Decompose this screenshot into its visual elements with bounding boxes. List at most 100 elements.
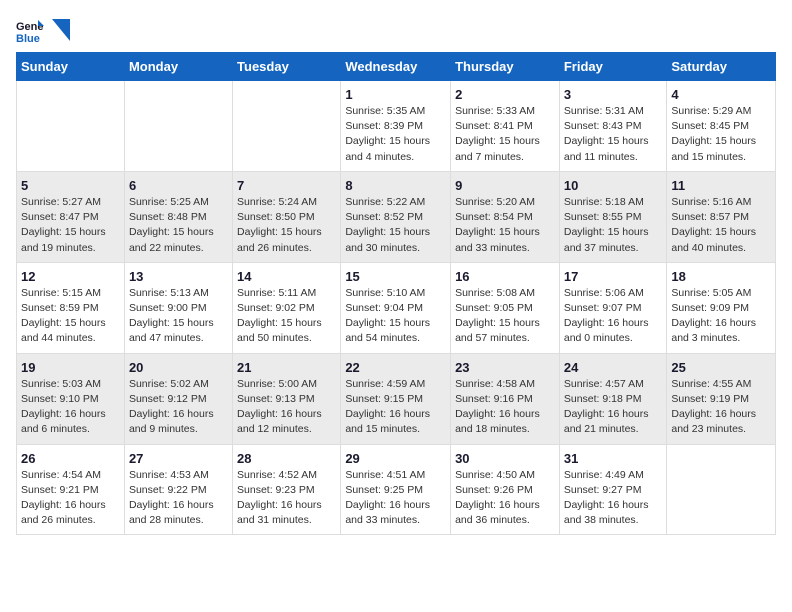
day-info: Sunrise: 5:35 AMSunset: 8:39 PMDaylight:… — [345, 104, 446, 165]
day-number: 30 — [455, 451, 555, 466]
day-number: 5 — [21, 178, 120, 193]
day-info: Sunrise: 5:15 AMSunset: 8:59 PMDaylight:… — [21, 286, 120, 347]
calendar-cell: 30 Sunrise: 4:50 AMSunset: 9:26 PMDayligh… — [451, 444, 560, 535]
day-number: 20 — [129, 360, 228, 375]
calendar-cell: 20 Sunrise: 5:02 AMSunset: 9:12 PMDayligh… — [124, 353, 232, 444]
day-number: 22 — [345, 360, 446, 375]
weekday-header-monday: Monday — [124, 53, 232, 81]
day-number: 27 — [129, 451, 228, 466]
day-number: 24 — [564, 360, 663, 375]
calendar-cell: 16 Sunrise: 5:08 AMSunset: 9:05 PMDayligh… — [451, 262, 560, 353]
calendar-cell: 14 Sunrise: 5:11 AMSunset: 9:02 PMDayligh… — [233, 262, 341, 353]
weekday-header-tuesday: Tuesday — [233, 53, 341, 81]
calendar-week-row-4: 19 Sunrise: 5:03 AMSunset: 9:10 PMDayligh… — [17, 353, 776, 444]
weekday-header-saturday: Saturday — [667, 53, 776, 81]
day-number: 10 — [564, 178, 663, 193]
day-number: 1 — [345, 87, 446, 102]
calendar-cell: 11 Sunrise: 5:16 AMSunset: 8:57 PMDayligh… — [667, 171, 776, 262]
day-info: Sunrise: 4:54 AMSunset: 9:21 PMDaylight:… — [21, 468, 120, 529]
day-number: 8 — [345, 178, 446, 193]
day-number: 18 — [671, 269, 771, 284]
logo: General Blue — [16, 16, 70, 44]
day-number: 17 — [564, 269, 663, 284]
calendar-cell: 21 Sunrise: 5:00 AMSunset: 9:13 PMDayligh… — [233, 353, 341, 444]
calendar-cell — [667, 444, 776, 535]
day-info: Sunrise: 5:10 AMSunset: 9:04 PMDaylight:… — [345, 286, 446, 347]
day-info: Sunrise: 5:00 AMSunset: 9:13 PMDaylight:… — [237, 377, 336, 438]
calendar-cell: 5 Sunrise: 5:27 AMSunset: 8:47 PMDaylight… — [17, 171, 125, 262]
day-info: Sunrise: 5:25 AMSunset: 8:48 PMDaylight:… — [129, 195, 228, 256]
day-number: 29 — [345, 451, 446, 466]
day-number: 13 — [129, 269, 228, 284]
day-info: Sunrise: 5:27 AMSunset: 8:47 PMDaylight:… — [21, 195, 120, 256]
day-info: Sunrise: 5:22 AMSunset: 8:52 PMDaylight:… — [345, 195, 446, 256]
day-info: Sunrise: 4:59 AMSunset: 9:15 PMDaylight:… — [345, 377, 446, 438]
day-info: Sunrise: 5:02 AMSunset: 9:12 PMDaylight:… — [129, 377, 228, 438]
calendar-cell: 4Sunrise: 5:29 AMSunset: 8:45 PMDaylight… — [667, 81, 776, 172]
day-info: Sunrise: 4:52 AMSunset: 9:23 PMDaylight:… — [237, 468, 336, 529]
day-number: 19 — [21, 360, 120, 375]
day-number: 11 — [671, 178, 771, 193]
day-info: Sunrise: 5:08 AMSunset: 9:05 PMDaylight:… — [455, 286, 555, 347]
calendar-cell: 26 Sunrise: 4:54 AMSunset: 9:21 PMDayligh… — [17, 444, 125, 535]
calendar-cell — [233, 81, 341, 172]
calendar-table: SundayMondayTuesdayWednesdayThursdayFrid… — [16, 52, 776, 535]
calendar-cell — [124, 81, 232, 172]
calendar-cell: 2 Sunrise: 5:33 AMSunset: 8:41 PMDaylight… — [451, 81, 560, 172]
day-number: 6 — [129, 178, 228, 193]
calendar-cell: 8 Sunrise: 5:22 AMSunset: 8:52 PMDaylight… — [341, 171, 451, 262]
day-info: Sunrise: 4:55 AMSunset: 9:19 PMDaylight:… — [671, 377, 771, 438]
calendar-week-row-1: 1 Sunrise: 5:35 AMSunset: 8:39 PMDaylight… — [17, 81, 776, 172]
calendar-cell: 9 Sunrise: 5:20 AMSunset: 8:54 PMDaylight… — [451, 171, 560, 262]
day-number: 16 — [455, 269, 555, 284]
day-info: Sunrise: 4:58 AMSunset: 9:16 PMDaylight:… — [455, 377, 555, 438]
calendar-cell: 1 Sunrise: 5:35 AMSunset: 8:39 PMDaylight… — [341, 81, 451, 172]
day-number: 4 — [671, 87, 771, 102]
calendar-cell: 6 Sunrise: 5:25 AMSunset: 8:48 PMDaylight… — [124, 171, 232, 262]
logo-triangle-icon — [52, 19, 70, 41]
calendar-cell: 3 Sunrise: 5:31 AMSunset: 8:43 PMDaylight… — [559, 81, 667, 172]
calendar-cell: 23 Sunrise: 4:58 AMSunset: 9:16 PMDayligh… — [451, 353, 560, 444]
calendar-cell: 31 Sunrise: 4:49 AMSunset: 9:27 PMDayligh… — [559, 444, 667, 535]
day-number: 21 — [237, 360, 336, 375]
day-info: Sunrise: 5:33 AMSunset: 8:41 PMDaylight:… — [455, 104, 555, 165]
weekday-header-friday: Friday — [559, 53, 667, 81]
day-number: 28 — [237, 451, 336, 466]
day-number: 14 — [237, 269, 336, 284]
day-info: Sunrise: 4:49 AMSunset: 9:27 PMDaylight:… — [564, 468, 663, 529]
svg-text:Blue: Blue — [16, 33, 40, 44]
day-info: Sunrise: 5:06 AMSunset: 9:07 PMDaylight:… — [564, 286, 663, 347]
calendar-cell: 22 Sunrise: 4:59 AMSunset: 9:15 PMDayligh… — [341, 353, 451, 444]
day-info: Sunrise: 5:18 AMSunset: 8:55 PMDaylight:… — [564, 195, 663, 256]
day-number: 31 — [564, 451, 663, 466]
calendar-cell — [17, 81, 125, 172]
day-number: 7 — [237, 178, 336, 193]
day-info: Sunrise: 5:16 AMSunset: 8:57 PMDaylight:… — [671, 195, 771, 256]
day-info: Sunrise: 4:57 AMSunset: 9:18 PMDaylight:… — [564, 377, 663, 438]
calendar-cell: 24 Sunrise: 4:57 AMSunset: 9:18 PMDayligh… — [559, 353, 667, 444]
calendar-cell: 29Sunrise: 4:51 AMSunset: 9:25 PMDayligh… — [341, 444, 451, 535]
day-number: 26 — [21, 451, 120, 466]
weekday-header-row: SundayMondayTuesdayWednesdayThursdayFrid… — [17, 53, 776, 81]
calendar-cell: 25 Sunrise: 4:55 AMSunset: 9:19 PMDayligh… — [667, 353, 776, 444]
day-number: 2 — [455, 87, 555, 102]
day-number: 15 — [345, 269, 446, 284]
day-number: 23 — [455, 360, 555, 375]
day-info: Sunrise: 5:11 AMSunset: 9:02 PMDaylight:… — [237, 286, 336, 347]
day-info: Sunrise: 5:13 AMSunset: 9:00 PMDaylight:… — [129, 286, 228, 347]
day-info: Sunrise: 5:05 AMSunset: 9:09 PMDaylight:… — [671, 286, 771, 347]
day-info: Sunrise: 4:50 AMSunset: 9:26 PMDaylight:… — [455, 468, 555, 529]
day-info: Sunrise: 5:31 AMSunset: 8:43 PMDaylight:… — [564, 104, 663, 165]
calendar-cell: 19 Sunrise: 5:03 AMSunset: 9:10 PMDayligh… — [17, 353, 125, 444]
day-info: Sunrise: 5:20 AMSunset: 8:54 PMDaylight:… — [455, 195, 555, 256]
day-info: Sunrise: 5:03 AMSunset: 9:10 PMDaylight:… — [21, 377, 120, 438]
calendar-cell: 28 Sunrise: 4:52 AMSunset: 9:23 PMDayligh… — [233, 444, 341, 535]
weekday-header-thursday: Thursday — [451, 53, 560, 81]
logo-icon: General Blue — [16, 16, 44, 44]
calendar-cell: 27 Sunrise: 4:53 AMSunset: 9:22 PMDayligh… — [124, 444, 232, 535]
day-info: Sunrise: 4:53 AMSunset: 9:22 PMDaylight:… — [129, 468, 228, 529]
calendar-cell: 17 Sunrise: 5:06 AMSunset: 9:07 PMDayligh… — [559, 262, 667, 353]
day-number: 3 — [564, 87, 663, 102]
day-number: 9 — [455, 178, 555, 193]
day-number: 25 — [671, 360, 771, 375]
